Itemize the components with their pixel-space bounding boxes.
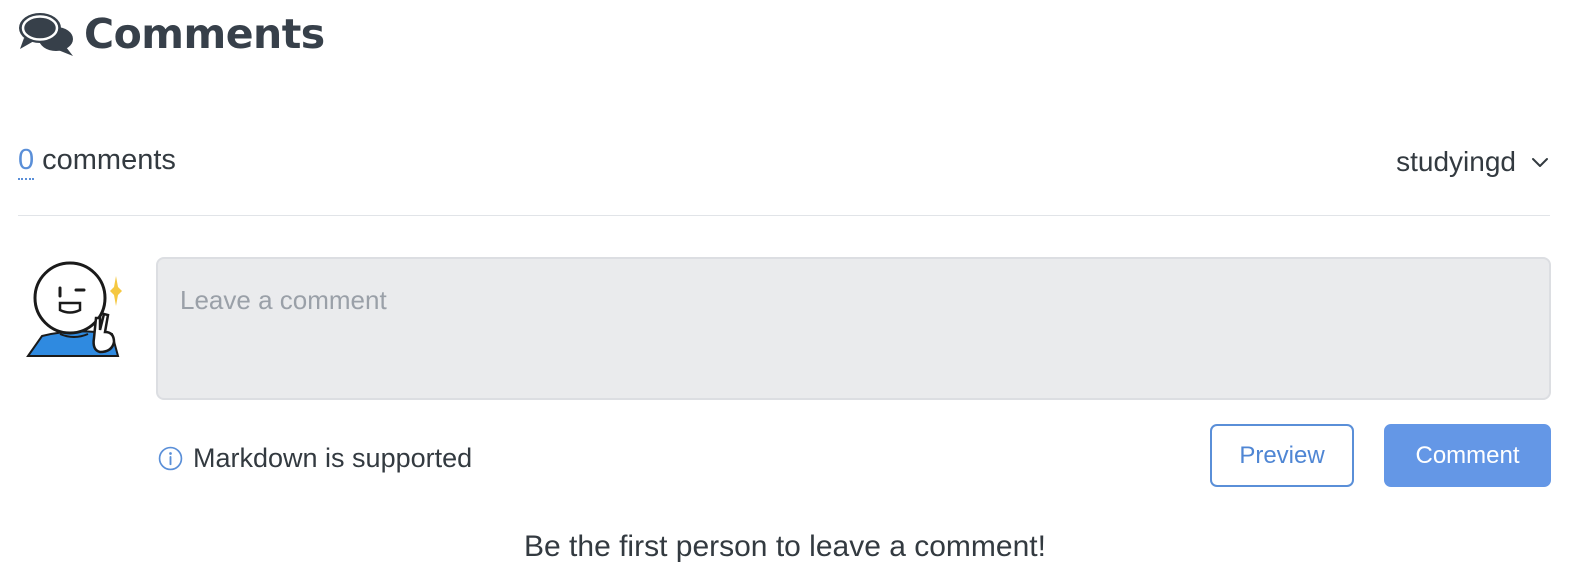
markdown-hint-label: Markdown is supported	[193, 442, 473, 473]
preview-button[interactable]: Preview	[1210, 424, 1354, 487]
user-menu[interactable]: studyingd	[1396, 146, 1550, 178]
comments-meta-row: 0 comments studyingd	[18, 138, 1550, 186]
comment-count: 0 comments	[18, 144, 176, 180]
comment-input[interactable]	[156, 257, 1551, 400]
comments-icon	[19, 13, 73, 56]
page-title: Comments	[84, 10, 325, 58]
empty-state-message: Be the first person to leave a comment!	[524, 530, 1046, 563]
divider	[18, 215, 1550, 216]
info-icon	[158, 446, 183, 470]
chevron-down-icon	[1532, 158, 1548, 167]
markdown-hint[interactable]: Markdown is supported	[158, 436, 472, 480]
avatar	[26, 261, 122, 357]
comment-button[interactable]: Comment	[1384, 424, 1551, 487]
comment-count-label: comments	[42, 144, 176, 176]
comments-section: Comments 0 comments studyingd Leave a co…	[0, 0, 1584, 583]
comment-count-number[interactable]: 0	[18, 146, 35, 180]
username: studyingd	[1396, 146, 1516, 177]
comments-heading: Comments	[18, 6, 325, 62]
